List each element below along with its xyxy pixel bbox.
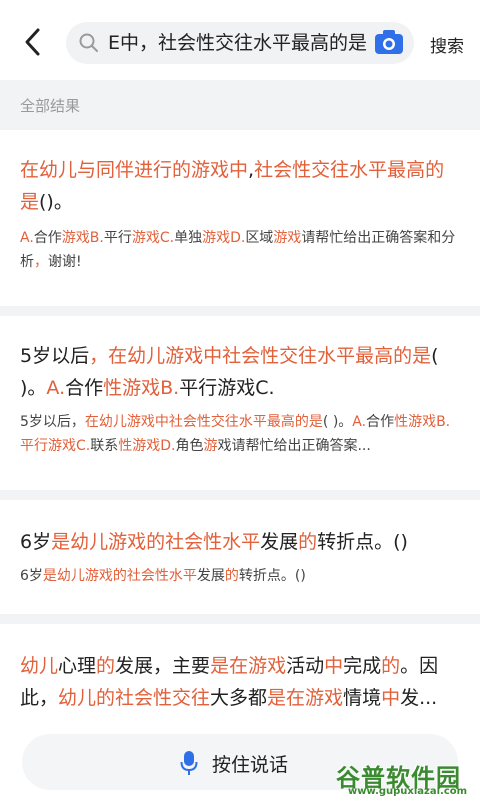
highlighted-text: 游 <box>203 438 218 454</box>
back-icon[interactable] <box>18 24 48 60</box>
highlighted-text: 游戏C. <box>131 230 175 246</box>
highlighted-text: 游戏D. <box>202 230 246 246</box>
highlighted-text: 游戏 <box>273 230 302 246</box>
highlighted-text: 的 <box>298 531 318 553</box>
text-segment: 区域 <box>245 230 274 246</box>
result-card[interactable]: 幼儿心理的发展，主要是在游戏活动中完成的。因此，幼儿的社会性交往大多都是在游戏情… <box>0 624 480 724</box>
highlighted-text: A. <box>46 377 66 399</box>
highlighted-text: 是幼儿游戏的社会性水平 <box>51 531 261 553</box>
text-segment: 谢谢! <box>48 254 82 270</box>
text-segment: 平行 <box>103 230 132 246</box>
highlighted-text: 在幼儿游戏中社会性交往水平最高的是 <box>108 345 432 367</box>
result-snippet: 6岁是幼儿游戏的社会性水平发展的转折点。() <box>20 564 462 588</box>
text-segment: 平行游戏C. <box>179 377 275 399</box>
highlighted-text: 在幼儿与同伴进行的游戏中 <box>20 159 249 181</box>
text-segment: 合作 <box>65 377 104 399</box>
text-segment: 角色 <box>175 438 204 454</box>
text-segment: 发展，主要 <box>115 655 211 677</box>
result-card[interactable]: 5岁以后，在幼儿游戏中社会性交往水平最高的是( )。A.合作性游戏B.平行游戏C… <box>0 316 480 490</box>
microphone-icon <box>180 750 198 776</box>
result-title[interactable]: 幼儿心理的发展，主要是在游戏活动中完成的。因此，幼儿的社会性交往大多都是在游戏情… <box>20 650 462 714</box>
highlighted-text: ， <box>34 254 48 270</box>
highlighted-text: 在幼儿游戏中社会性交往水平最高的是 <box>84 414 323 430</box>
highlighted-text: 游戏B. <box>61 230 104 246</box>
text-segment: ( )。 <box>322 414 353 430</box>
section-label: 全部结果 <box>20 97 81 115</box>
highlighted-text: ， <box>89 345 109 367</box>
text-segment: 合作 <box>33 230 62 246</box>
text-segment: 联系 <box>90 438 119 454</box>
highlighted-text: A. <box>20 230 34 246</box>
text-segment: 6岁 <box>20 568 43 584</box>
highlighted-text: 的 <box>381 655 401 677</box>
result-snippet: A.合作游戏B.平行游戏C.单独游戏D.区域游戏请帮忙给出正确答案和分析，谢谢! <box>20 226 462 274</box>
text-segment: 大多都 <box>210 687 268 709</box>
highlighted-text: 是幼儿游戏的社会性水平 <box>42 568 197 584</box>
text-segment: 情境 <box>343 687 382 709</box>
highlighted-text: 的 <box>96 655 116 677</box>
voice-button-label: 按住说话 <box>212 754 289 776</box>
highlighted-text: 幼儿的社会性交往 <box>58 687 211 709</box>
search-query-text[interactable]: E中，社会性交往水平最高的是 <box>108 32 414 54</box>
highlighted-text: 中 <box>381 687 401 709</box>
camera-icon[interactable] <box>374 28 404 56</box>
highlighted-text: 是在游戏 <box>267 687 344 709</box>
highlighted-text: 幼儿 <box>20 655 59 677</box>
result-title[interactable]: 6岁是幼儿游戏的社会性水平发展的转折点。() <box>20 526 462 558</box>
highlighted-text: 中 <box>324 655 344 677</box>
result-snippet: 5岁以后，在幼儿游戏中社会性交往水平最高的是( )。A.合作性游戏B.平行游戏C… <box>20 410 462 458</box>
watermark-logo: 谷普软件园 www.gupuxiazai.com <box>330 758 480 800</box>
search-button[interactable]: 搜索 <box>430 32 464 57</box>
highlighted-text: 的 <box>224 568 239 584</box>
text-segment: 转折点。() <box>317 531 408 553</box>
text-segment: 心理 <box>58 655 97 677</box>
watermark-url: www.gupuxiazai.com <box>348 786 468 797</box>
result-card[interactable]: 6岁是幼儿游戏的社会性水平发展的转折点。() 6岁是幼儿游戏的社会性水平发展的转… <box>0 500 480 614</box>
text-segment: 活动 <box>286 655 325 677</box>
text-segment: 转折点。() <box>238 568 306 584</box>
result-card[interactable]: 在幼儿与同伴进行的游戏中,社会性交往水平最高的是()。 A.合作游戏B.平行游戏… <box>0 130 480 306</box>
text-segment: 发... <box>400 687 438 709</box>
text-segment: 单独 <box>174 230 203 246</box>
text-segment: 戏请帮忙给出正确答案... <box>217 438 371 454</box>
text-segment: 发展 <box>260 531 299 553</box>
result-title[interactable]: 在幼儿与同伴进行的游戏中,社会性交往水平最高的是()。 <box>20 154 462 218</box>
search-icon <box>78 32 100 54</box>
text-segment: 5岁以后， <box>20 414 85 430</box>
text-segment: 6岁 <box>20 531 52 553</box>
search-input[interactable]: E中，社会性交往水平最高的是 <box>66 22 414 64</box>
text-segment: 完成 <box>343 655 382 677</box>
highlighted-text: 是在游戏 <box>210 655 287 677</box>
highlighted-text: 性游戏D. <box>118 438 176 454</box>
highlighted-text: A. <box>352 414 367 430</box>
result-title[interactable]: 5岁以后，在幼儿游戏中社会性交往水平最高的是( )。A.合作性游戏B.平行游戏C… <box>20 340 462 404</box>
text-segment: ()。 <box>39 191 73 213</box>
text-segment: 合作 <box>366 414 395 430</box>
top-bar: E中，社会性交往水平最高的是 搜索 <box>0 0 480 80</box>
text-segment: 发展 <box>196 568 225 584</box>
highlighted-text: 性游戏B. <box>103 377 180 399</box>
text-segment: 5岁以后 <box>20 345 90 367</box>
